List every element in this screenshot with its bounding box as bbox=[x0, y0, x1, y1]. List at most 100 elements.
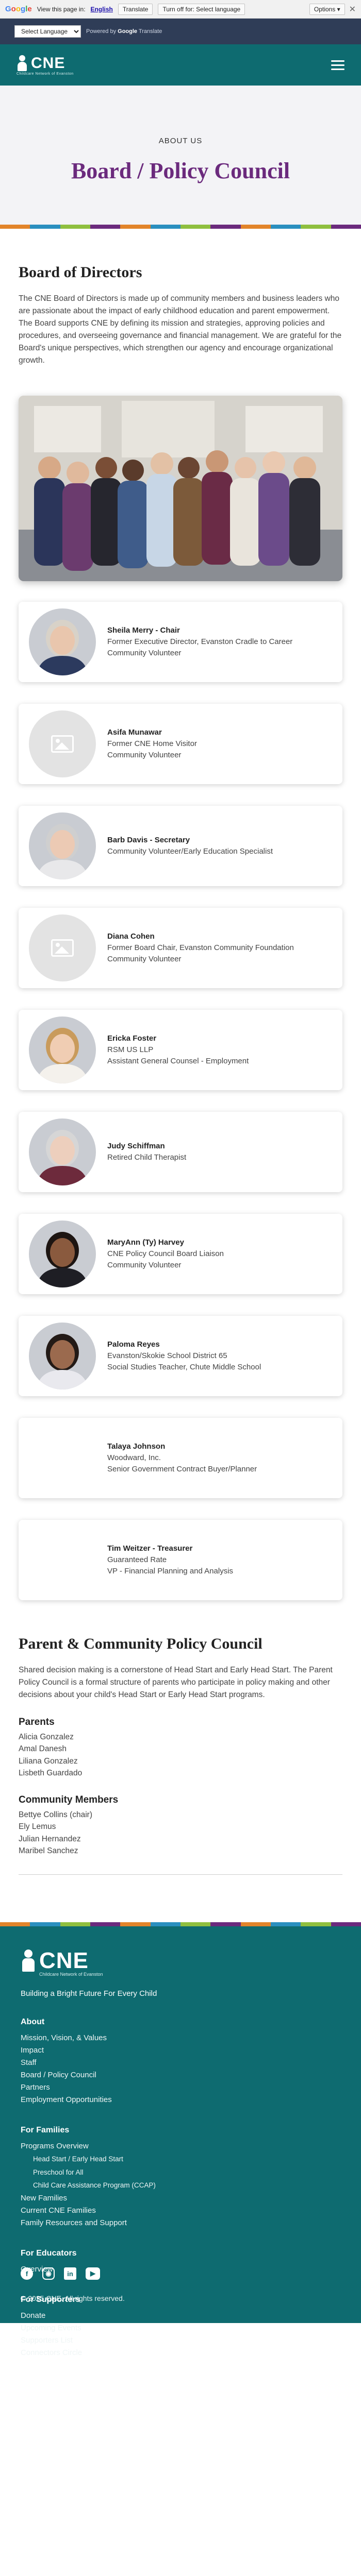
footer-section-heading: For Families bbox=[21, 2126, 70, 2135]
footer-link[interactable]: Impact bbox=[21, 2044, 340, 2057]
footer-link[interactable]: New Families bbox=[21, 2192, 340, 2205]
footer-link[interactable]: Employment Opportunities bbox=[21, 2094, 340, 2106]
image-placeholder-icon bbox=[29, 710, 96, 778]
stripe-segment bbox=[301, 1922, 331, 1927]
footer-logo-text: CNE bbox=[39, 1948, 89, 1974]
board-member-card: Judy Schiffman Retired Child Therapist bbox=[19, 1112, 342, 1193]
board-member-name: Sheila Merry - Chair bbox=[107, 626, 180, 635]
footer-logo-subtitle: Childcare Network of Evanston bbox=[39, 1972, 103, 1977]
footer-link-list: Donate Upcoming Events Supporters List Conn… bbox=[21, 2310, 340, 2359]
board-member-affiliation: Former Executive Director, Evanston Crad… bbox=[107, 637, 293, 647]
stripe-segment bbox=[331, 225, 361, 229]
board-member-info: Tim Weitzer - Treasurer Guaranteed Rate VP… bbox=[107, 1543, 233, 1577]
community-member-list-item: Bettye Collins (chair) bbox=[19, 1810, 92, 1820]
google-logo: G o o g l e bbox=[5, 5, 32, 13]
close-icon[interactable]: ✕ bbox=[349, 4, 356, 14]
board-member-list: Sheila Merry - Chair Former Executive Dir… bbox=[19, 602, 342, 1601]
footer-section: For Educators Overview bbox=[21, 2249, 340, 2276]
footer-nav: About Mission, Vision, & Values Impact Staf… bbox=[21, 2018, 340, 2359]
board-member-card: Asifa Munawar Former CNE Home Visitor Comm… bbox=[19, 704, 342, 785]
footer-link[interactable]: Staff bbox=[21, 2057, 340, 2069]
footer-sublink[interactable]: Child Care Assistance Program (CCAP) bbox=[21, 2179, 340, 2192]
google-brand: Google bbox=[118, 28, 138, 35]
language-link[interactable]: English bbox=[91, 6, 113, 13]
stripe-segment bbox=[120, 225, 151, 229]
footer-link[interactable]: Supporters List bbox=[21, 2334, 340, 2347]
stripe-segment bbox=[301, 225, 331, 229]
board-member-card: Ericka Foster RSM US LLP Assistant General… bbox=[19, 1010, 342, 1091]
stripe-segment bbox=[180, 1922, 211, 1927]
footer-link[interactable]: Family Resources and Support bbox=[21, 2217, 340, 2229]
board-member-name: Ericka Foster bbox=[107, 1034, 157, 1043]
translate-button[interactable]: Translate bbox=[118, 3, 153, 15]
footer-link[interactable]: Current CNE Families bbox=[21, 2205, 340, 2217]
stripe-segment bbox=[180, 225, 211, 229]
board-member-card: Tim Weitzer - Treasurer Guaranteed Rate VP… bbox=[19, 1520, 342, 1601]
footer-link[interactable]: Connectors Circle bbox=[21, 2347, 340, 2359]
options-button[interactable]: Options ▾ bbox=[309, 3, 345, 15]
stripe-segment bbox=[240, 1922, 271, 1927]
board-member-info: Asifa Munawar Former CNE Home Visitor Comm… bbox=[107, 727, 197, 760]
stripe-segment bbox=[60, 1922, 90, 1927]
footer-link[interactable]: Overview bbox=[21, 2263, 340, 2276]
board-member-role: Community Volunteer bbox=[107, 648, 182, 657]
board-member-info: Ericka Foster RSM US LLP Assistant General… bbox=[107, 1033, 249, 1066]
language-select[interactable]: Select Language bbox=[14, 25, 81, 38]
footer-link[interactable]: Programs Overview bbox=[21, 2140, 340, 2153]
google-logo-letter: e bbox=[27, 5, 32, 13]
language-bar: Select Language Powered by Google Transl… bbox=[0, 19, 361, 44]
board-member-affiliation: Former Board Chair, Evanston Community F… bbox=[107, 943, 294, 953]
footer-sublink[interactable]: Preschool for All bbox=[21, 2166, 340, 2179]
community-member-list-item: Maribel Sanchez bbox=[19, 1846, 78, 1855]
board-member-role: Community Volunteer bbox=[107, 954, 182, 963]
board-member-card: Sheila Merry - Chair Former Executive Dir… bbox=[19, 602, 342, 683]
parent-list-item: Liliana Gonzalez bbox=[19, 1756, 78, 1766]
board-member-name: Paloma Reyes bbox=[107, 1340, 160, 1349]
footer-link[interactable]: Donate bbox=[21, 2310, 340, 2322]
footer-link[interactable]: Mission, Vision, & Values bbox=[21, 2032, 340, 2044]
stripe-segment bbox=[0, 225, 30, 229]
board-member-name: Tim Weitzer - Treasurer bbox=[107, 1544, 193, 1553]
footer-link[interactable]: Board / Policy Council bbox=[21, 2069, 340, 2081]
footer-sublink[interactable]: Head Start / Early Head Start bbox=[21, 2153, 340, 2166]
logo-text: CNE bbox=[31, 54, 65, 72]
picture-icon bbox=[51, 735, 74, 753]
translate-text: Translate bbox=[138, 28, 162, 35]
footer-section: For Supporters Donate Upcoming Events Suppo… bbox=[21, 2295, 340, 2359]
community-member-list-item: Ely Lemus bbox=[19, 1822, 56, 1832]
hamburger-menu-icon[interactable] bbox=[331, 60, 344, 70]
community-member-list-item: Julian Hernandez bbox=[19, 1834, 81, 1843]
parents-heading: Parents bbox=[19, 1717, 55, 1728]
site-header: CNE Childcare Network of Evanston bbox=[0, 44, 361, 86]
board-member-info: MaryAnn (Ty) Harvey CNE Policy Council Bo… bbox=[107, 1237, 224, 1270]
site-footer: CNE Childcare Network of Evanston Buildi… bbox=[0, 1922, 361, 2357]
google-logo-letter: G bbox=[5, 5, 11, 13]
color-stripe bbox=[0, 225, 361, 229]
board-title: Board of Directors bbox=[19, 264, 142, 281]
board-member-card: Diana Cohen Former Board Chair, Evanston … bbox=[19, 908, 342, 989]
page-hero: ABOUT US Board / Policy Council bbox=[0, 86, 361, 225]
footer-logo[interactable]: CNE Childcare Network of Evanston bbox=[21, 1948, 340, 1977]
board-member-info: Paloma Reyes Evanston/Skokie School Distr… bbox=[107, 1339, 261, 1372]
page-eyebrow: ABOUT US bbox=[158, 137, 203, 145]
board-member-affiliation: Guaranteed Rate bbox=[107, 1555, 167, 1565]
parents-list: Alicia Gonzalez Amal Danesh Liliana Gonzal… bbox=[19, 1731, 342, 1779]
board-member-card: Barb Davis - Secretary Community Voluntee… bbox=[19, 806, 342, 887]
board-group-photo bbox=[19, 396, 342, 582]
footer-link[interactable]: Partners bbox=[21, 2081, 340, 2094]
community-members-list: Bettye Collins (chair) Ely Lemus Julian He… bbox=[19, 1809, 342, 1857]
member-photo bbox=[29, 1118, 96, 1186]
logo-subtitle: Childcare Network of Evanston bbox=[17, 72, 74, 76]
footer-link[interactable]: Upcoming Events bbox=[21, 2322, 340, 2334]
footer-color-stripe bbox=[0, 1922, 361, 1927]
member-photo bbox=[29, 608, 96, 676]
board-member-name: Judy Schiffman bbox=[107, 1142, 165, 1151]
stripe-segment bbox=[150, 1922, 180, 1927]
site-logo[interactable]: CNE Childcare Network of Evanston bbox=[17, 55, 74, 76]
board-member-name: Asifa Munawar bbox=[107, 728, 162, 737]
avatar-blank bbox=[29, 1527, 96, 1594]
turn-off-button[interactable]: Turn off for: Select language bbox=[158, 3, 245, 15]
board-member-affiliation: Former CNE Home Visitor bbox=[107, 739, 197, 749]
google-logo-letter: g bbox=[21, 5, 26, 13]
page-title: Board / Policy Council bbox=[71, 158, 290, 183]
